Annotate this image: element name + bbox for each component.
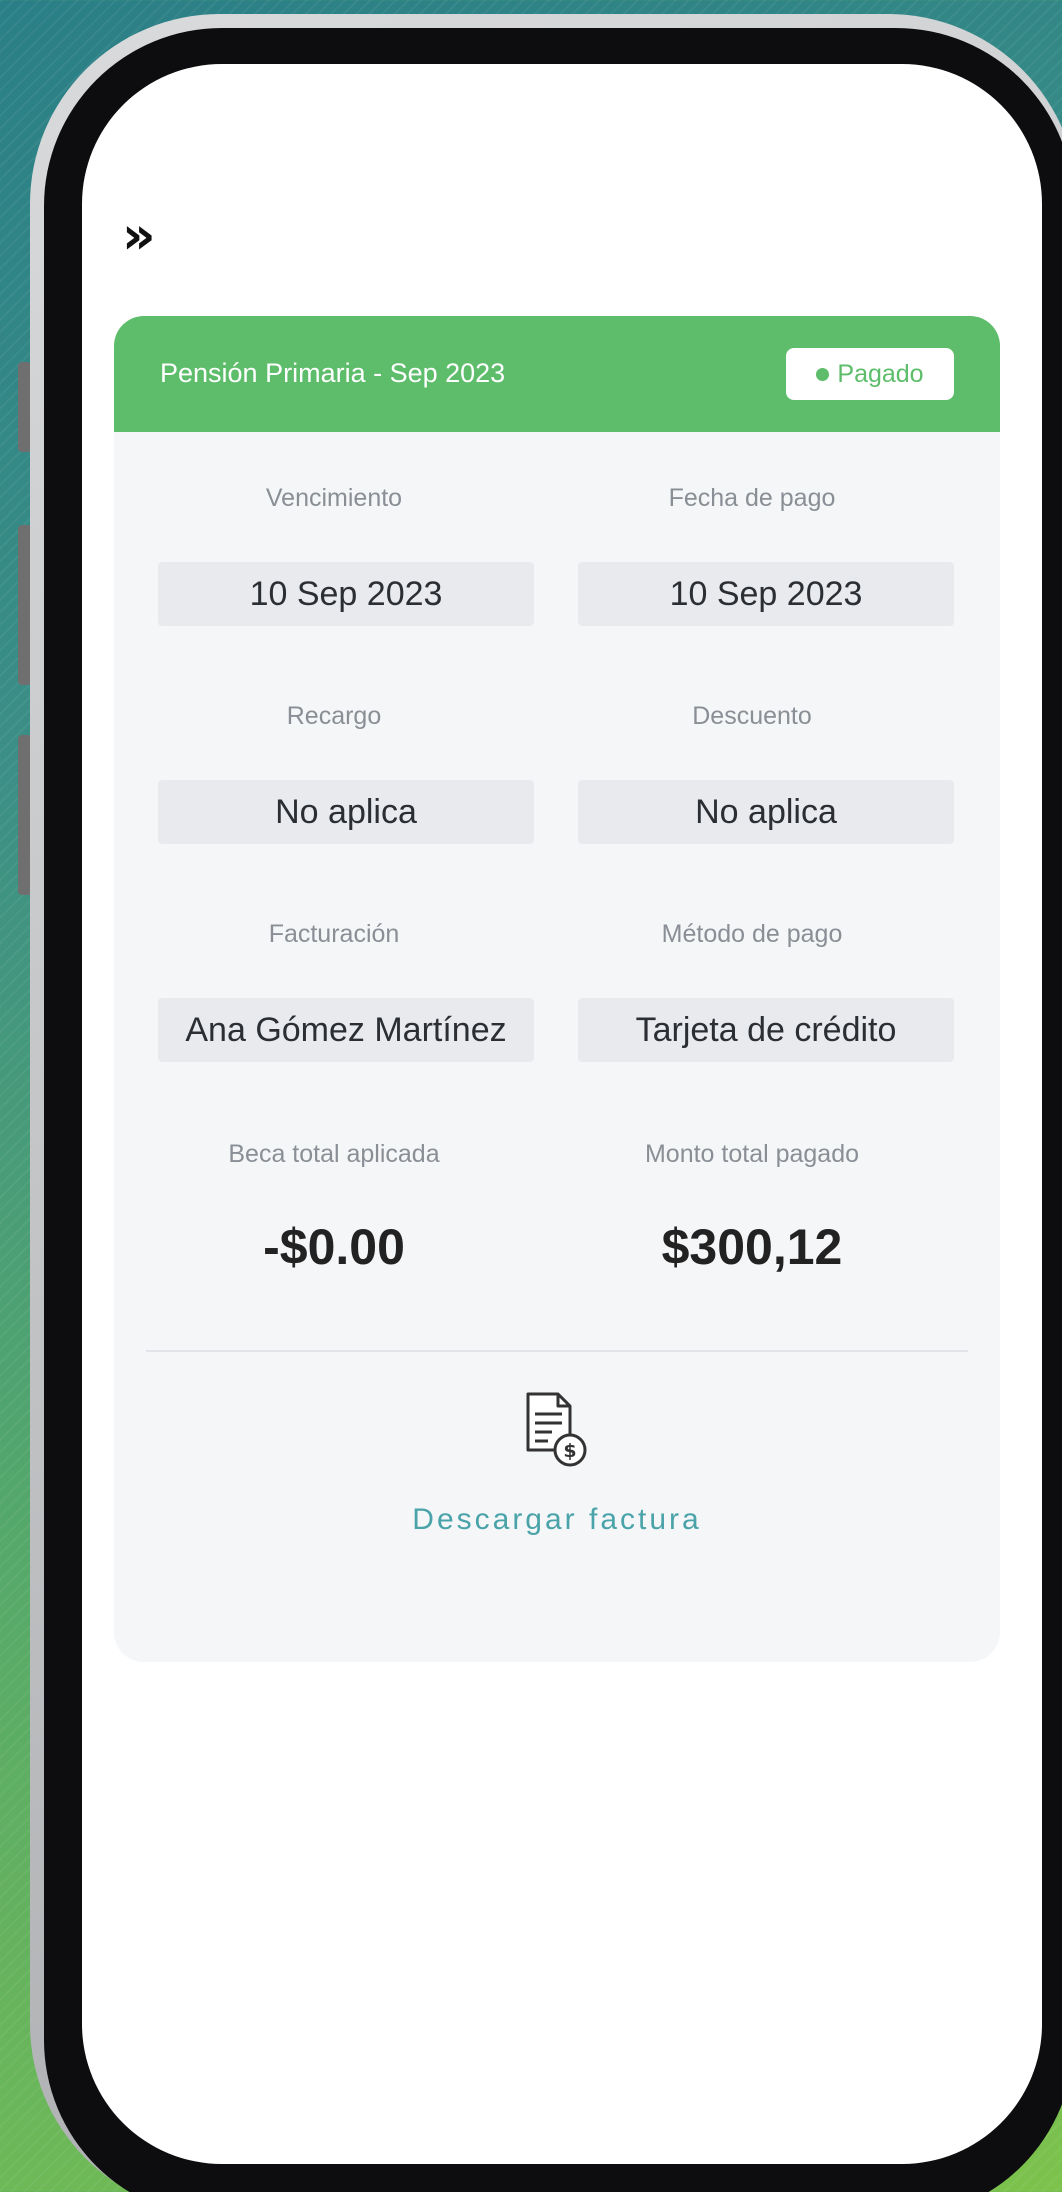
descuento-label: Descuento [692,702,812,730]
monto-label: Monto total pagado [644,1140,860,1168]
recargo-label: Recargo [286,702,382,730]
facturacion-value: Ana Gómez Martínez [158,998,534,1062]
payment-card: Pensión Primaria - Sep 2023 Pagado Venci… [114,316,1000,1662]
download-invoice-link[interactable]: Descargar factura [357,1498,757,1542]
double-chevron-right-icon[interactable]: » [122,210,155,262]
divider [146,1350,968,1352]
metodo-pago-label: Método de pago [661,920,843,948]
card-title: Pensión Primaria - Sep 2023 [160,358,506,388]
beca-amount: -$0.00 [263,1219,405,1275]
fecha-pago-label: Fecha de pago [668,484,836,512]
vencimiento-value: 10 Sep 2023 [158,562,534,626]
metodo-pago-value: Tarjeta de crédito [578,998,954,1062]
facturacion-label: Facturación [268,920,400,948]
recargo-value: No aplica [158,780,534,844]
descuento-value: No aplica [578,780,954,844]
status-badge-label: Pagado [837,360,924,388]
fecha-pago-value: 10 Sep 2023 [578,562,954,626]
status-dot-icon [816,368,830,381]
beca-label: Beca total aplicada [228,1140,440,1168]
status-badge: Pagado [786,348,954,400]
invoice-dollar-icon[interactable]: $ [520,1390,590,1470]
svg-text:$: $ [563,1440,576,1462]
card-header: Pensión Primaria - Sep 2023 Pagado [114,316,1000,432]
monto-amount: $300,12 [661,1219,843,1275]
vencimiento-label: Vencimiento [265,484,403,512]
